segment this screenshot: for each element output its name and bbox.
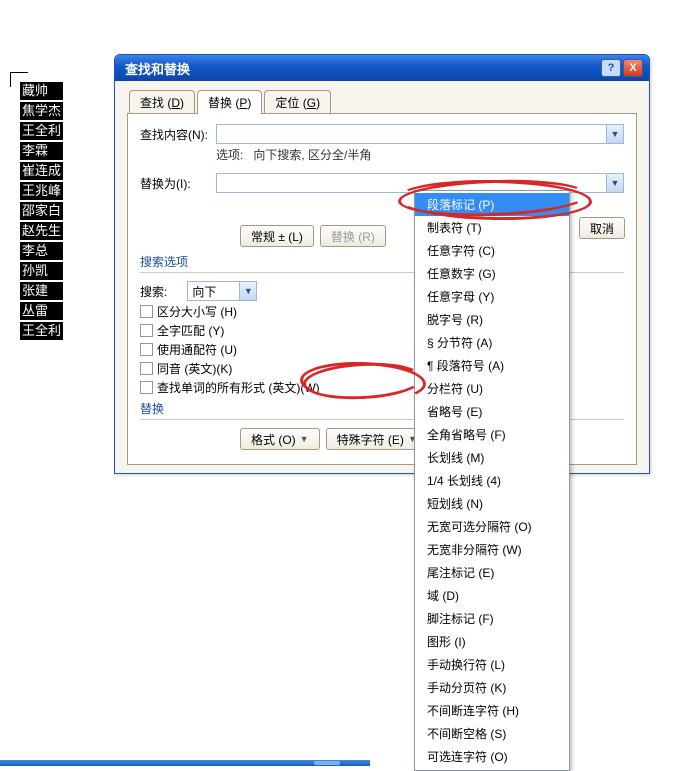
checkbox-icon <box>140 305 153 318</box>
menu-item[interactable]: 省略号 (E) <box>415 400 569 423</box>
menu-item[interactable]: 手动分页符 (K) <box>415 676 569 699</box>
name-item: 王全利 <box>20 322 63 340</box>
menu-item[interactable]: 任意数字 (G) <box>415 262 569 285</box>
replace-button[interactable]: 替换 (R) <box>320 225 386 247</box>
menu-item[interactable]: 图形 (I) <box>415 630 569 653</box>
menu-item[interactable]: 手动换行符 (L) <box>415 653 569 676</box>
name-list: 藏帅焦学杰王全利李霖崔连成王兆峰邵家白赵先生李总孙凯张建丛雷王全利 <box>20 82 63 342</box>
name-item: 王兆峰 <box>20 182 63 200</box>
menu-item[interactable]: 制表符 (T) <box>415 216 569 239</box>
text-cursor <box>10 72 28 73</box>
options-line: 选项: 向下搜索, 区分全/半角 <box>140 146 624 163</box>
tab-replace[interactable]: 替换 (P) <box>197 90 262 114</box>
menu-item[interactable]: 尾注标记 (E) <box>415 561 569 584</box>
menu-item[interactable]: 脱字号 (R) <box>415 308 569 331</box>
dropdown-icon[interactable]: ▼ <box>606 125 623 143</box>
dialog-title: 查找和替换 <box>121 59 599 78</box>
tab-goto[interactable]: 定位 (G) <box>264 90 331 114</box>
name-item: 焦学杰 <box>20 102 63 120</box>
checkbox-icon <box>140 362 153 375</box>
menu-item[interactable]: ¶ 段落符号 (A) <box>415 354 569 377</box>
name-item: 李霖 <box>20 142 63 160</box>
special-chars-button[interactable]: 特殊字符 (E) ▼ <box>326 428 428 450</box>
menu-item[interactable]: 无宽非分隔符 (W) <box>415 538 569 561</box>
dropdown-icon[interactable]: ▼ <box>606 174 623 192</box>
find-label: 查找内容(N): <box>140 126 216 143</box>
dialog-titlebar[interactable]: 查找和替换 ? X <box>115 55 649 81</box>
taskbar-sliver <box>0 760 370 766</box>
menu-item[interactable]: 脚注标记 (F) <box>415 607 569 630</box>
name-item: 丛雷 <box>20 302 63 320</box>
menu-item[interactable]: 短划线 (N) <box>415 492 569 515</box>
dropdown-icon[interactable]: ▼ <box>239 282 256 300</box>
checkbox-icon <box>140 381 153 394</box>
menu-item[interactable]: 不间断连字符 (H) <box>415 699 569 722</box>
menu-item[interactable]: 无宽可选分隔符 (O) <box>415 515 569 538</box>
direction-label: 搜索: <box>140 283 167 300</box>
menu-item[interactable]: 不间断空格 (S) <box>415 722 569 745</box>
menu-item[interactable]: 域 (D) <box>415 584 569 607</box>
tab-find[interactable]: 查找 (D) <box>129 90 195 114</box>
name-item: 李总 <box>20 242 63 260</box>
menu-item[interactable]: 1/4 长划线 (4) <box>415 469 569 492</box>
name-item: 邵家白 <box>20 202 63 220</box>
checkbox-icon <box>140 343 153 356</box>
format-button[interactable]: 格式 (O) ▼ <box>240 428 320 450</box>
name-item: 孙凯 <box>20 262 63 280</box>
cancel-button[interactable]: 取消 <box>579 217 625 239</box>
name-item: 张建 <box>20 282 63 300</box>
menu-item[interactable]: 可选连字符 (O) <box>415 745 569 768</box>
menu-item[interactable]: 段落标记 (P) <box>415 193 569 216</box>
checkbox-icon <box>140 324 153 337</box>
menu-item[interactable]: 分栏符 (U) <box>415 377 569 400</box>
name-item: 崔连成 <box>20 162 63 180</box>
direction-select[interactable]: 向下 ▼ <box>187 281 257 301</box>
menu-item[interactable]: 任意字母 (Y) <box>415 285 569 308</box>
menu-item[interactable]: § 分节符 (A) <box>415 331 569 354</box>
tab-strip: 查找 (D) 替换 (P) 定位 (G) <box>115 81 649 113</box>
special-chars-menu: 段落标记 (P)制表符 (T)任意字符 (C)任意数字 (G)任意字母 (Y)脱… <box>414 190 570 771</box>
normal-button[interactable]: 常规 ± (L) <box>240 225 314 247</box>
name-item: 藏帅 <box>20 82 63 100</box>
menu-item[interactable]: 任意字符 (C) <box>415 239 569 262</box>
help-button[interactable]: ? <box>601 59 621 77</box>
action-button-row: 取消 <box>579 217 625 239</box>
replace-label: 替换为(I): <box>140 175 216 192</box>
name-item: 赵先生 <box>20 222 63 240</box>
menu-item[interactable]: 全角省略号 (F) <box>415 423 569 446</box>
find-input[interactable]: ▼ <box>216 124 624 144</box>
close-button[interactable]: X <box>623 59 643 77</box>
chevron-down-icon: ▼ <box>300 434 309 444</box>
name-item: 王全利 <box>20 122 63 140</box>
menu-item[interactable]: 长划线 (M) <box>415 446 569 469</box>
